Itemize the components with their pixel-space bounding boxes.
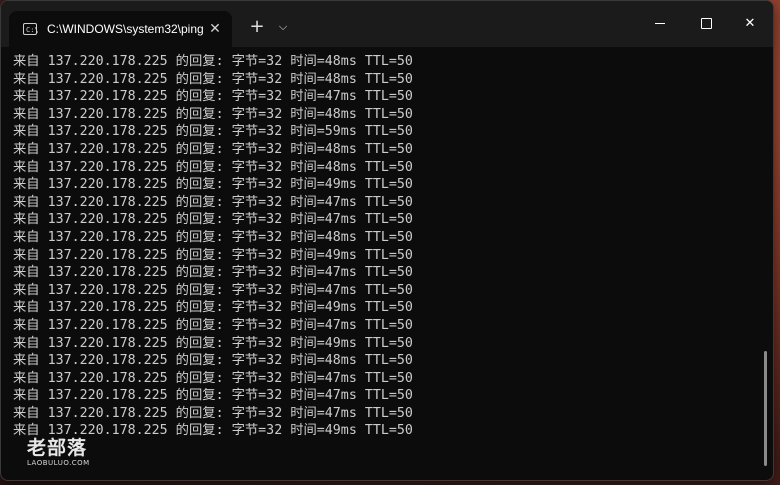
chevron-down-icon[interactable]: ⌵ [272, 14, 294, 40]
terminal-line: 来自 137.220.178.225 的回复: 字节=32 时间=59ms TT… [13, 124, 413, 140]
title-bar: C:\ C:\WINDOWS\system32\ping ✕ + ⌵ ✕ [1, 1, 773, 47]
terminal-line: 来自 137.220.178.225 的回复: 字节=32 时间=47ms TT… [13, 265, 413, 281]
maximize-icon [700, 18, 712, 29]
watermark-logo: 老部落 LAOBULUO.COM [27, 438, 90, 467]
terminal-line: 来自 137.220.178.225 的回复: 字节=32 时间=48ms TT… [13, 71, 413, 87]
scrollbar[interactable] [764, 351, 767, 466]
close-tab-icon[interactable]: ✕ [206, 20, 224, 38]
terminal-line: 来自 137.220.178.225 的回复: 字节=32 时间=47ms TT… [13, 388, 413, 404]
terminal-line: 来自 137.220.178.225 的回复: 字节=32 时间=47ms TT… [13, 194, 413, 210]
tab-ping[interactable]: C:\ C:\WINDOWS\system32\ping ✕ [9, 11, 232, 47]
close-button[interactable]: ✕ [727, 1, 773, 47]
terminal-line: 来自 137.220.178.225 的回复: 字节=32 时间=49ms TT… [13, 300, 413, 316]
terminal-line: 来自 137.220.178.225 的回复: 字节=32 时间=47ms TT… [13, 405, 413, 421]
terminal-window: C:\ C:\WINDOWS\system32\ping ✕ + ⌵ ✕ 来自 … [0, 0, 774, 481]
new-tab-button[interactable]: + [244, 14, 270, 40]
terminal-line: 来自 137.220.178.225 的回复: 字节=32 时间=47ms TT… [13, 89, 413, 105]
terminal-line: 来自 137.220.178.225 的回复: 字节=32 时间=49ms TT… [13, 247, 413, 263]
terminal-line: 来自 137.220.178.225 的回复: 字节=32 时间=47ms TT… [13, 212, 413, 228]
terminal-line: 来自 137.220.178.225 的回复: 字节=32 时间=48ms TT… [13, 229, 413, 245]
minimize-icon [655, 23, 665, 24]
terminal-line: 来自 137.220.178.225 的回复: 字节=32 时间=47ms TT… [13, 317, 413, 333]
terminal-line: 来自 137.220.178.225 的回复: 字节=32 时间=49ms TT… [13, 423, 413, 439]
terminal-line: 来自 137.220.178.225 的回复: 字节=32 时间=48ms TT… [13, 141, 413, 157]
terminal-output[interactable]: 来自 137.220.178.225 的回复: 字节=32 时间=48ms TT… [1, 47, 773, 480]
terminal-line: 来自 137.220.178.225 的回复: 字节=32 时间=48ms TT… [13, 106, 413, 122]
watermark-main: 老部落 [27, 437, 88, 459]
minimize-button[interactable] [637, 1, 683, 47]
terminal-line: 来自 137.220.178.225 的回复: 字节=32 时间=48ms TT… [13, 54, 413, 69]
terminal-line: 来自 137.220.178.225 的回复: 字节=32 时间=47ms TT… [13, 282, 413, 298]
maximize-button[interactable] [683, 1, 729, 47]
terminal-line: 来自 137.220.178.225 的回复: 字节=32 时间=48ms TT… [13, 353, 413, 369]
terminal-line: 来自 137.220.178.225 的回复: 字节=32 时间=49ms TT… [13, 335, 413, 351]
tab-title: C:\WINDOWS\system32\ping [47, 22, 204, 36]
console-icon: C:\ [23, 23, 39, 35]
watermark-sub: LAOBULUO.COM [27, 459, 90, 467]
terminal-line: 来自 137.220.178.225 的回复: 字节=32 时间=48ms TT… [13, 159, 413, 175]
terminal-line: 来自 137.220.178.225 的回复: 字节=32 时间=49ms TT… [13, 177, 413, 193]
terminal-line: 来自 137.220.178.225 的回复: 字节=32 时间=47ms TT… [13, 370, 413, 386]
